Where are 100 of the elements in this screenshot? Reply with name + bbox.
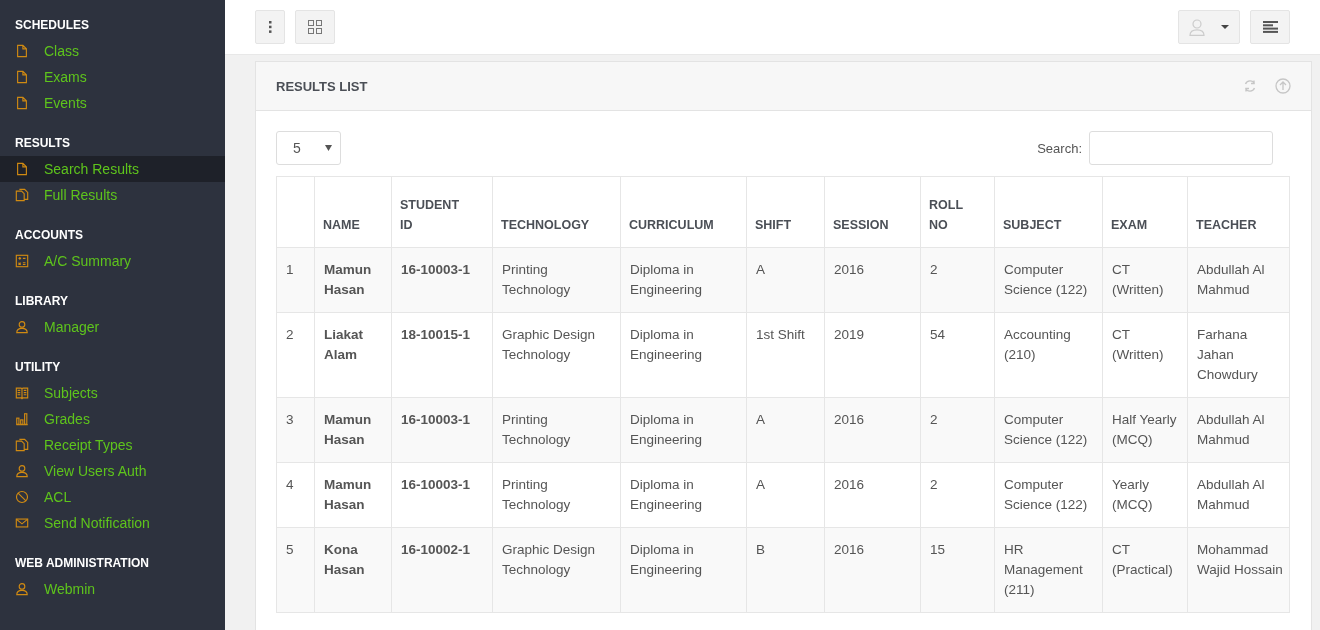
table-cell: 2019: [824, 312, 921, 398]
table-cell: A: [746, 247, 825, 313]
sidebar-item[interactable]: Exams: [0, 64, 225, 90]
table-cell: Printing Technology: [492, 462, 621, 528]
bar-chart-icon: [15, 412, 29, 426]
table-cell: A: [746, 462, 825, 528]
column-header[interactable]: NAME: [314, 176, 392, 248]
search-field[interactable]: [1089, 131, 1273, 165]
table-cell: Computer Science (122): [994, 397, 1103, 463]
table-cell: Mamun Hasan: [314, 462, 392, 528]
table-cell: 2: [920, 397, 995, 463]
table-cell: Abdullah Al Mahmud: [1187, 397, 1290, 463]
section-heading: SCHEDULES: [14, 18, 90, 32]
user-icon: [15, 464, 29, 478]
panel-toggle-button[interactable]: [1250, 10, 1290, 44]
sidebar-item[interactable]: A/C Summary: [0, 248, 225, 274]
envelope-icon: [15, 516, 29, 530]
table-cell: Mohammad Wajid Hossain: [1187, 527, 1290, 613]
documents-icon: [15, 188, 29, 202]
sidebar-item[interactable]: View Users Auth: [0, 458, 225, 484]
column-header[interactable]: STUDENT ID: [391, 176, 493, 248]
table-cell: 18-10015-1: [391, 312, 493, 398]
section-heading: UTILITY: [14, 360, 62, 374]
sidebar-item[interactable]: Send Notification: [0, 510, 225, 536]
table-cell: Farhana Jahan Chowdury: [1187, 312, 1290, 398]
sidebar-item[interactable]: ACL: [0, 484, 225, 510]
table-cell: Half Yearly (MCQ): [1102, 397, 1188, 463]
table-cell: 15: [920, 527, 995, 613]
upload-icon[interactable]: [1275, 78, 1291, 94]
documents-icon: [15, 438, 29, 452]
table-cell: CT (Written): [1102, 247, 1188, 313]
caret-icon: [1221, 25, 1229, 29]
table-cell: CT (Written): [1102, 312, 1188, 398]
table-cell: Diploma in Engineering: [620, 397, 747, 463]
table-cell: Yearly (MCQ): [1102, 462, 1188, 528]
table-cell: 2016: [824, 527, 921, 613]
refresh-icon[interactable]: [1243, 79, 1257, 93]
sidebar-item[interactable]: Full Results: [0, 182, 225, 208]
column-header[interactable]: SESSION: [824, 176, 921, 248]
table-cell: 1: [276, 247, 315, 313]
calculator-icon: [15, 254, 29, 268]
column-header[interactable]: TECHNOLOGY: [492, 176, 621, 248]
user-icon: [15, 582, 29, 596]
user-menu-button[interactable]: [1178, 10, 1240, 44]
grid-icon: [308, 20, 322, 34]
sidebar-item[interactable]: Events: [0, 90, 225, 116]
user-icon: [15, 320, 29, 334]
table-cell: 2: [920, 247, 995, 313]
search-label: Search:: [1037, 140, 1082, 156]
sidebar-item[interactable]: Search Results: [0, 156, 225, 182]
more-options-button[interactable]: [255, 10, 285, 44]
page-size-select[interactable]: 5: [276, 131, 341, 165]
table-cell: Computer Science (122): [994, 247, 1103, 313]
table-cell: Kona Hasan: [314, 527, 392, 613]
table-cell: 16-10003-1: [391, 397, 493, 463]
column-header[interactable]: SUBJECT: [994, 176, 1103, 248]
sidebar-item[interactable]: Subjects: [0, 380, 225, 406]
section-heading: RESULTS: [14, 136, 72, 150]
sidebar-item[interactable]: Webmin: [0, 576, 225, 602]
file-icon: [15, 96, 29, 110]
sidebar-item[interactable]: Manager: [0, 314, 225, 340]
sidebar-item[interactable]: Receipt Types: [0, 432, 225, 458]
column-header[interactable]: CURRICULUM: [620, 176, 747, 248]
table-cell: 16-10002-1: [391, 527, 493, 613]
table-cell: HR Management (211): [994, 527, 1103, 613]
table-cell: Graphic Design Technology: [492, 527, 621, 613]
table-cell: Printing Technology: [492, 397, 621, 463]
grid-view-button[interactable]: [295, 10, 335, 44]
table-cell: 16-10003-1: [391, 247, 493, 313]
table-cell: 2: [276, 312, 315, 398]
table-cell: Abdullah Al Mahmud: [1187, 247, 1290, 313]
table-cell: 2016: [824, 462, 921, 528]
table-cell: B: [746, 527, 825, 613]
file-icon: [15, 44, 29, 58]
table-cell: Diploma in Engineering: [620, 247, 747, 313]
table-cell: Diploma in Engineering: [620, 462, 747, 528]
column-header[interactable]: SHIFT: [746, 176, 825, 248]
table-cell: 4: [276, 462, 315, 528]
file-icon: [15, 70, 29, 84]
vertical-dots-icon: [268, 21, 272, 33]
table-cell: Diploma in Engineering: [620, 527, 747, 613]
sidebar-item[interactable]: Class: [0, 38, 225, 64]
table-cell: CT (Practical): [1102, 527, 1188, 613]
table-cell: 2016: [824, 247, 921, 313]
table-cell: Mamun Hasan: [314, 397, 392, 463]
table-cell: 1st Shift: [746, 312, 825, 398]
table-cell: 2016: [824, 397, 921, 463]
table-cell: Diploma in Engineering: [620, 312, 747, 398]
list-lines-icon: [1262, 21, 1278, 33]
section-heading: LIBRARY: [14, 294, 69, 308]
column-header[interactable]: TEACHER: [1187, 176, 1290, 248]
book-icon: [15, 386, 29, 400]
table-cell: 5: [276, 527, 315, 613]
caret-icon: [325, 145, 332, 151]
table-cell: Accounting (210): [994, 312, 1103, 398]
sidebar-item[interactable]: Grades: [0, 406, 225, 432]
column-header[interactable]: ROLL NO: [920, 176, 995, 248]
column-header[interactable]: EXAM: [1102, 176, 1188, 248]
table-cell: 54: [920, 312, 995, 398]
table-cell: Printing Technology: [492, 247, 621, 313]
